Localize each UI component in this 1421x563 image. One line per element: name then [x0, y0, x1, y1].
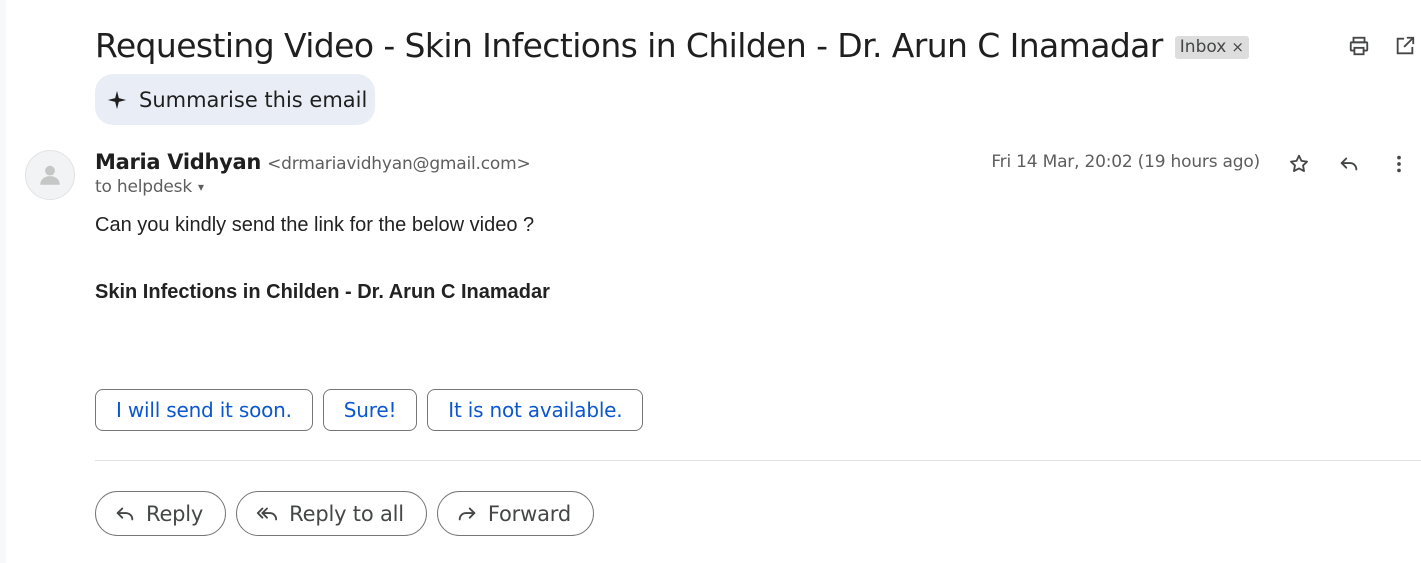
divider [95, 460, 1421, 461]
recipient-text: to helpdesk [95, 177, 192, 197]
subject-row: Requesting Video - Skin Infections in Ch… [95, 26, 1249, 65]
inbox-label-chip[interactable]: Inbox × [1174, 36, 1249, 59]
recipient-details-dropdown-icon[interactable]: ▾ [198, 180, 204, 194]
thread-toolbar [1347, 34, 1417, 58]
forward-button[interactable]: Forward [436, 491, 594, 536]
reply-button-label: Reply [146, 501, 204, 526]
more-vertical-icon[interactable] [1387, 152, 1411, 176]
reply-all-button[interactable]: Reply to all [236, 491, 427, 536]
star-icon[interactable] [1287, 152, 1311, 176]
sender-email: <drmariavidhyan@gmail.com> [267, 154, 531, 174]
reply-icon [116, 507, 134, 520]
smart-reply-not-available[interactable]: It is not available. [427, 389, 644, 431]
reply-all-button-label: Reply to all [289, 501, 404, 526]
sparkle-icon [107, 90, 127, 109]
email-body-line: Can you kindly send the link for the bel… [95, 214, 535, 236]
email-date: Fri 14 Mar, 20:02 (19 hours ago) [991, 152, 1260, 172]
forward-button-label: Forward [487, 501, 571, 526]
summarise-label: Summarise this email [139, 87, 368, 112]
summarise-email-button[interactable]: Summarise this email [95, 74, 375, 125]
smart-replies: I will send it soon. Sure! It is not ava… [95, 389, 644, 431]
print-icon[interactable] [1347, 34, 1371, 58]
sender-avatar[interactable] [25, 150, 75, 200]
open-in-new-window-icon[interactable] [1393, 34, 1417, 58]
smart-reply-send-soon[interactable]: I will send it soon. [95, 389, 313, 431]
inbox-label-text: Inbox [1179, 37, 1227, 57]
email-body-video-title: Skin Infections in Childen - Dr. Arun C … [95, 281, 550, 303]
email-subject: Requesting Video - Skin Infections in Ch… [95, 26, 1163, 65]
person-avatar-icon [40, 165, 60, 185]
reply-all-icon [257, 507, 278, 520]
reply-icon[interactable] [1337, 152, 1361, 176]
sender-line: Maria Vidhyan <drmariavidhyan@gmail.com> [95, 150, 531, 174]
message-toolbar [1287, 152, 1411, 176]
sender-name[interactable]: Maria Vidhyan [95, 150, 261, 174]
reply-button[interactable]: Reply [95, 491, 227, 536]
smart-reply-sure[interactable]: Sure! [322, 389, 418, 431]
recipient-line: to helpdesk ▾ [95, 177, 204, 197]
left-panel-edge [0, 0, 6, 563]
reply-actions: Reply Reply to all Forward [95, 491, 594, 536]
forward-icon [458, 507, 476, 520]
remove-label-icon[interactable]: × [1231, 38, 1244, 56]
